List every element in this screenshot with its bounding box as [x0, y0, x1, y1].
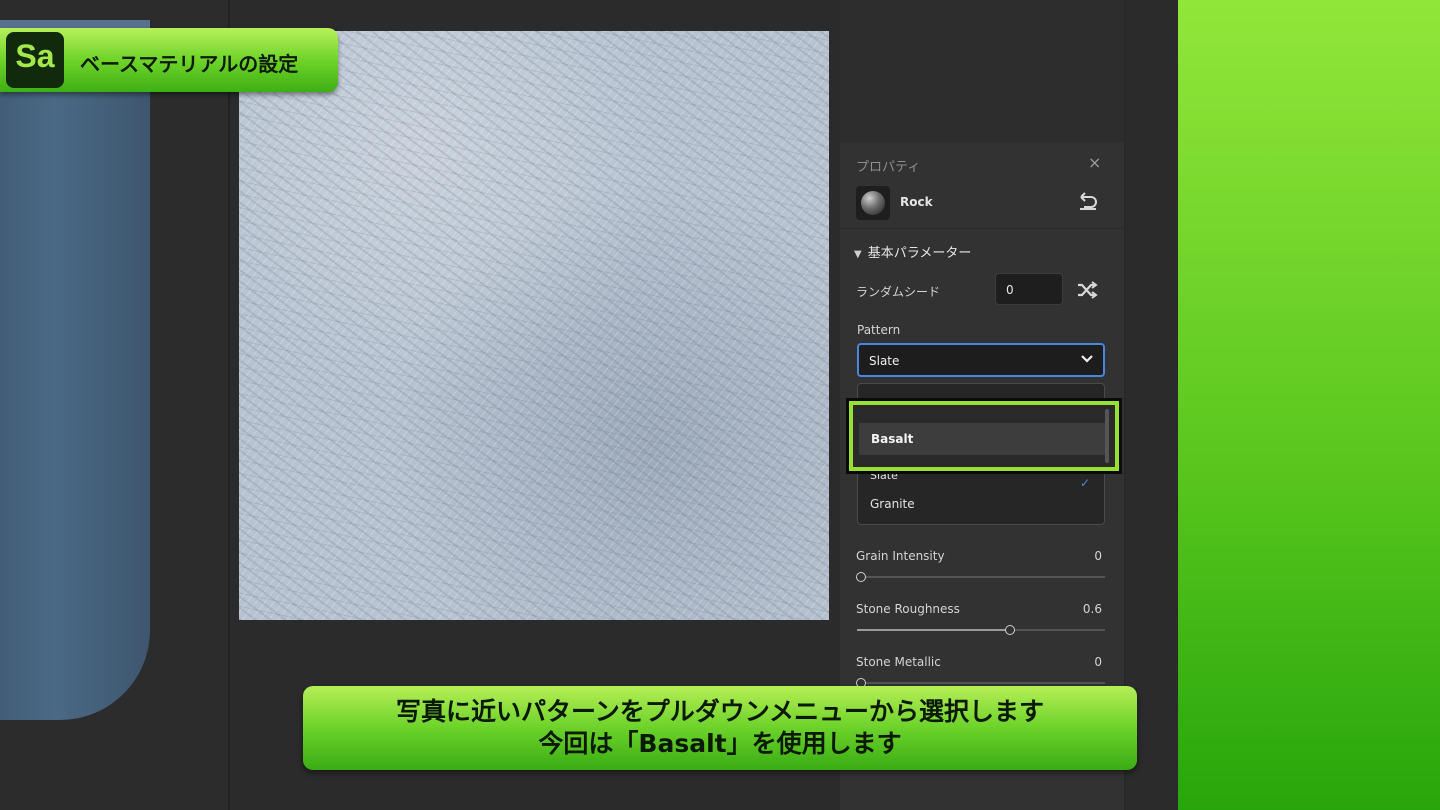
- section-basic-params[interactable]: ▼ 基本パラメーター: [854, 242, 971, 261]
- dropdown-scrollbar[interactable]: [1105, 409, 1109, 463]
- section-title-label: 基本パラメーター: [867, 246, 972, 261]
- dropdown-option-granite[interactable]: Granite: [858, 488, 1104, 520]
- panel-separator: [840, 228, 1124, 229]
- dropdown-option-basalt[interactable]: Basalt: [859, 423, 1105, 455]
- grain-intensity-value: 0: [1094, 549, 1102, 563]
- pattern-label: Pattern: [857, 323, 901, 337]
- texture-preview: [239, 31, 829, 620]
- random-seed-label: ランダムシード: [856, 285, 941, 299]
- grain-intensity-label: Grain Intensity: [856, 549, 945, 563]
- title-banner: Sa ベースマテリアルの設定: [0, 28, 338, 92]
- random-seed-input[interactable]: 0: [995, 273, 1063, 305]
- reset-icon[interactable]: [1076, 191, 1100, 211]
- option-label: Granite: [870, 497, 915, 511]
- stone-roughness-label: Stone Roughness: [856, 602, 960, 616]
- pattern-select[interactable]: Slate: [857, 343, 1105, 377]
- shuffle-icon[interactable]: [1076, 279, 1098, 301]
- stone-metallic-value: 0: [1094, 655, 1102, 669]
- 3d-viewport[interactable]: [0, 0, 230, 810]
- banner-title: ベースマテリアルの設定: [80, 52, 299, 76]
- highlight-callout-box: Basalt: [846, 398, 1122, 474]
- stone-metallic-label: Stone Metallic: [856, 655, 941, 669]
- green-background: [1178, 0, 1440, 810]
- sa-logo-icon: Sa: [6, 32, 64, 88]
- chevron-down-icon: [1081, 355, 1093, 363]
- slider-knob[interactable]: [1004, 625, 1015, 635]
- caption-line-1: 写真に近いパターンをプルダウンメニューから選択します: [395, 697, 1044, 726]
- material-name: Rock: [900, 195, 933, 209]
- chevron-down-icon: ▼: [854, 249, 862, 260]
- panel-header-area: [840, 0, 1124, 143]
- stone-roughness-slider[interactable]: [857, 623, 1105, 637]
- caption-banner: 写真に近いパターンをプルダウンメニューから選択します 今回は「Basalt」を使…: [303, 686, 1137, 770]
- close-icon[interactable]: ×: [1088, 153, 1101, 172]
- panel-title: プロパティ: [856, 160, 921, 175]
- material-thumbnail: [856, 186, 890, 220]
- caption-line-2: 今回は「Basalt」を使用します: [538, 729, 902, 758]
- pattern-selected-value: Slate: [869, 354, 900, 368]
- grain-intensity-slider[interactable]: [856, 570, 1105, 584]
- slider-knob[interactable]: [856, 572, 866, 582]
- cylinder-model: [0, 20, 150, 720]
- stone-roughness-value: 0.6: [1082, 602, 1102, 616]
